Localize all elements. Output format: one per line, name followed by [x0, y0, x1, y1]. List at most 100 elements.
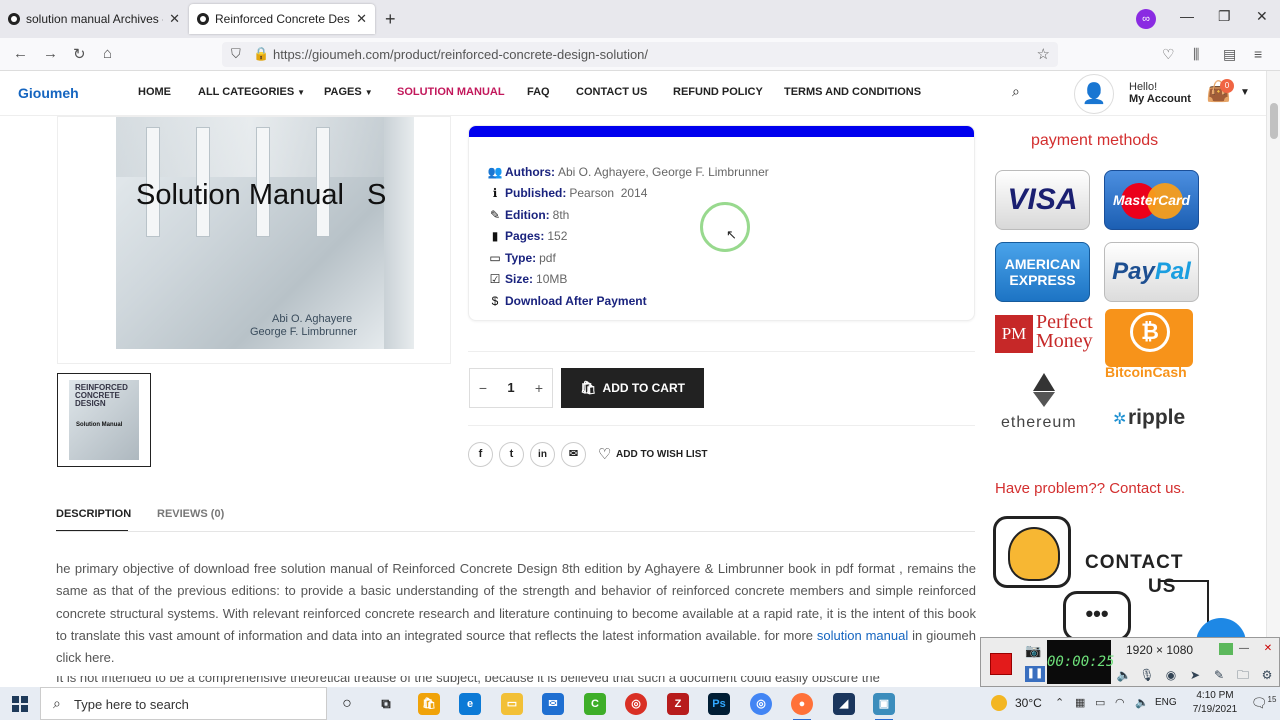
download-after-payment-link[interactable]: Download After Payment	[505, 294, 647, 308]
menu-item-terms[interactable]: TERMS AND CONDITIONS	[784, 86, 921, 98]
quantity-increase-button[interactable]: +	[526, 369, 552, 407]
contact-title: Have problem?? Contact us.	[995, 480, 1186, 497]
add-to-cart-button[interactable]: 🛍 ADD TO CART	[561, 368, 704, 408]
new-tab-button[interactable]: +	[385, 9, 396, 30]
weather-temperature[interactable]: 30°C	[1015, 696, 1042, 710]
user-icon[interactable]: 👤	[1074, 74, 1114, 114]
clock-time[interactable]: 4:10 PM	[1192, 690, 1238, 701]
pen-icon[interactable]: ✎	[1209, 666, 1229, 684]
record-stop-button[interactable]	[990, 653, 1012, 675]
recorder-green-button[interactable]	[1219, 643, 1233, 655]
folder-icon[interactable]: 🗀	[1233, 666, 1253, 684]
task-view-icon[interactable]: ⧉	[375, 693, 397, 715]
notification-icon[interactable]: 🗨15	[1251, 695, 1276, 711]
recorder-close-button[interactable]: ✕	[1261, 643, 1275, 655]
close-window-button[interactable]: ✕	[1256, 8, 1268, 25]
menu-item-home[interactable]: HOME	[138, 86, 171, 98]
recorder-minimize-button[interactable]: —	[1237, 643, 1251, 655]
volume-icon[interactable]: 🔈	[1135, 696, 1149, 709]
minimize-button[interactable]: —	[1180, 8, 1194, 24]
contact-us-banner[interactable]: CONTACT US •••	[993, 516, 1213, 641]
menu-icon[interactable]: ≡	[1254, 46, 1262, 62]
sidebar-icon[interactable]: ▤	[1223, 46, 1236, 63]
quantity-stepper[interactable]: − 1 +	[469, 368, 553, 408]
menu-item-refund-policy[interactable]: REFUND POLICY	[673, 86, 763, 98]
app-icon[interactable]: ◢	[833, 693, 855, 715]
webcam-icon[interactable]: ◉	[1161, 666, 1181, 684]
cursor-icon[interactable]: ➤	[1185, 666, 1205, 684]
cortana-icon[interactable]: ○	[336, 693, 358, 715]
menu-item-faq[interactable]: FAQ	[527, 86, 550, 98]
menu-item-all-categories[interactable]: ALL CATEGORIES ▼	[198, 86, 305, 98]
profile-icon[interactable]: ∞	[1136, 9, 1156, 29]
battery-icon[interactable]: ▭	[1095, 696, 1105, 709]
tab-close-icon[interactable]: ✕	[356, 11, 367, 27]
chrome-icon[interactable]: ◎	[625, 693, 647, 715]
chevron-down-icon[interactable]: ▼	[1240, 87, 1250, 98]
facebook-share-icon[interactable]: f	[468, 442, 493, 467]
firefox-icon[interactable]: ●	[791, 693, 813, 720]
camera-icon[interactable]: 📷	[1025, 643, 1041, 659]
menu-item-contact-us[interactable]: CONTACT US	[576, 86, 647, 98]
email-share-icon[interactable]: ✉	[561, 442, 586, 467]
browser-tab-product[interactable]: Reinforced Concrete Design 8th ✕	[189, 4, 375, 34]
solution-manual-link[interactable]: solution manual	[817, 628, 908, 643]
wifi-icon[interactable]: ◠	[1115, 696, 1125, 709]
chrome-alt-icon[interactable]: ◎	[750, 693, 772, 715]
camtasia-icon[interactable]: C	[584, 693, 606, 715]
file-explorer-icon[interactable]: ▭	[501, 693, 523, 715]
windows-start-icon[interactable]	[12, 696, 28, 712]
pocket-icon[interactable]: ♡	[1162, 46, 1175, 63]
home-icon[interactable]: ⌂	[103, 45, 112, 62]
quantity-input[interactable]: 1	[496, 369, 526, 407]
filezilla-icon[interactable]: Z	[667, 693, 689, 715]
amex-label: AMERICAN	[1004, 256, 1081, 272]
clock-date[interactable]: 7/19/2021	[1188, 704, 1242, 715]
reload-icon[interactable]: ↻	[73, 45, 86, 63]
info-row-type: ▭ Type: pdf	[487, 251, 555, 265]
shield-icon[interactable]: ⛉	[231, 46, 241, 62]
url-text[interactable]: https://gioumeh.com/product/reinforced-c…	[273, 47, 648, 62]
twitter-share-icon[interactable]: t	[499, 442, 524, 467]
linkedin-share-icon[interactable]: in	[530, 442, 555, 467]
settings-gear-icon[interactable]: ⚙	[1257, 666, 1277, 684]
search-icon[interactable]: ⌕	[1012, 83, 1020, 100]
image-viewer-icon[interactable]: ▣	[873, 693, 895, 720]
tab-close-icon[interactable]: ✕	[169, 11, 180, 27]
language-indicator[interactable]: ENG	[1155, 697, 1177, 708]
mail-icon[interactable]: ✉	[542, 693, 564, 715]
site-logo[interactable]: Gioumeh	[18, 85, 79, 101]
heart-icon[interactable]: ♡	[598, 445, 611, 463]
menu-item-solution-manual[interactable]: SOLUTION MANUAL	[397, 86, 505, 98]
address-bar[interactable]: ⛉ 🔒 https://gioumeh.com/product/reinforc…	[222, 42, 1058, 67]
page-scrollbar[interactable]	[1266, 71, 1280, 687]
speaker-icon[interactable]: 🔈	[1114, 666, 1134, 684]
chevron-up-icon[interactable]: ⌃	[1055, 696, 1064, 709]
network-icon[interactable]: ▦	[1075, 696, 1085, 709]
product-thumbnail[interactable]: REINFORCED CONCRETE DESIGN Solution Manu…	[57, 373, 151, 467]
forward-arrow-icon[interactable]: →	[43, 45, 58, 62]
lock-icon[interactable]: 🔒	[253, 46, 269, 62]
back-arrow-icon[interactable]: ←	[13, 45, 28, 62]
quantity-decrease-button[interactable]: −	[470, 369, 496, 407]
microphone-icon[interactable]: 🎙	[1137, 666, 1157, 684]
taskbar-search-box[interactable]: ⌕ Type here to search	[40, 687, 327, 720]
tab-description[interactable]: DESCRIPTION	[56, 508, 131, 520]
product-main-image[interactable]: Solution Manual S Abi O. Aghayere George…	[57, 116, 451, 364]
photoshop-icon[interactable]: Ps	[708, 693, 730, 715]
edge-icon[interactable]: e	[459, 693, 481, 715]
tab-reviews[interactable]: REVIEWS (0)	[157, 508, 224, 520]
pause-button[interactable]: ❚❚	[1025, 666, 1045, 682]
scrollbar-thumb[interactable]	[1270, 103, 1278, 139]
menu-item-pages[interactable]: PAGES ▼	[324, 86, 373, 98]
weather-sun-icon[interactable]	[991, 695, 1007, 711]
browser-tab-archives[interactable]: solution manual Archives - Page ✕	[0, 4, 188, 34]
store-icon[interactable]: 🛍	[418, 693, 440, 715]
description-text: It is not intended to be a comprehensive…	[56, 676, 880, 685]
add-to-wish-list-link[interactable]: ADD TO WISH LIST	[616, 449, 707, 460]
maximize-button[interactable]: ❐	[1218, 8, 1231, 25]
library-icon[interactable]: ⫼	[1193, 46, 1199, 63]
my-account-link[interactable]: My Account	[1129, 93, 1191, 105]
bookmark-star-icon[interactable]: ☆	[1037, 45, 1050, 63]
info-row-download[interactable]: $ Download After Payment	[487, 294, 647, 308]
